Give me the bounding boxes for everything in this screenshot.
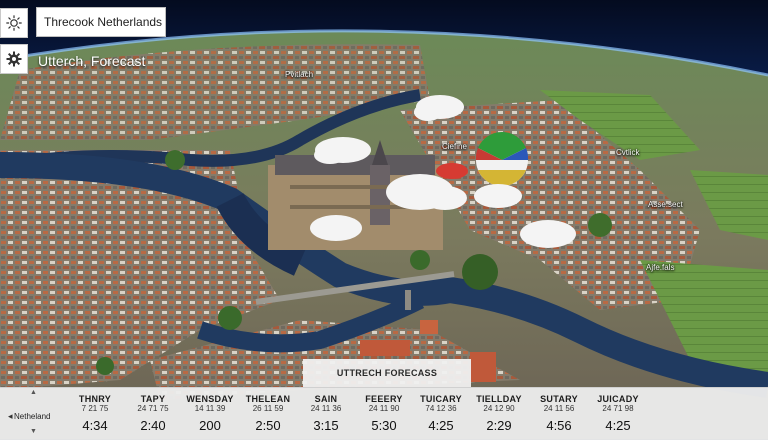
chevron-left-icon[interactable]: ◂ bbox=[8, 411, 13, 422]
weather-mode-button[interactable] bbox=[0, 8, 28, 38]
map-label-right-mid[interactable]: Asse.sect bbox=[648, 200, 683, 209]
day-name: JUICADY bbox=[597, 394, 639, 404]
location-search-value: Threcook Netherlands bbox=[44, 15, 163, 29]
day-value: 4:25 bbox=[605, 418, 631, 433]
location-selector-label: Netheland bbox=[14, 412, 51, 421]
location-search-input[interactable]: Threcook Netherlands bbox=[36, 7, 166, 37]
map-label-right-low[interactable]: Ajfe.fals bbox=[646, 263, 674, 272]
map-label-top[interactable]: Pvitlach bbox=[285, 70, 313, 79]
chevron-down-icon[interactable]: ▼ bbox=[30, 428, 37, 435]
chevron-up-icon[interactable]: ▲ bbox=[30, 389, 37, 396]
forecast-day-10[interactable]: JUICADY 24 71 98 4:25 bbox=[581, 388, 655, 440]
settings-button[interactable] bbox=[0, 44, 28, 74]
forecast-panel: ▲ ◂ Netheland ▼ THNRY 7 21 75 4:34 TAPY … bbox=[0, 387, 768, 440]
sun-icon bbox=[6, 15, 22, 31]
location-selector[interactable]: ▲ ◂ Netheland ▼ bbox=[4, 388, 60, 440]
map-label-center[interactable]: Ciefine bbox=[442, 142, 467, 151]
forecast-header: UTTRECH FORECASS bbox=[303, 359, 471, 387]
forecast-page-title: Utterch, Forecast bbox=[38, 53, 146, 69]
day-time: 24 71 98 bbox=[602, 404, 634, 413]
map-label-right-top[interactable]: Cvtlick bbox=[616, 148, 640, 157]
gear-icon bbox=[6, 51, 22, 67]
